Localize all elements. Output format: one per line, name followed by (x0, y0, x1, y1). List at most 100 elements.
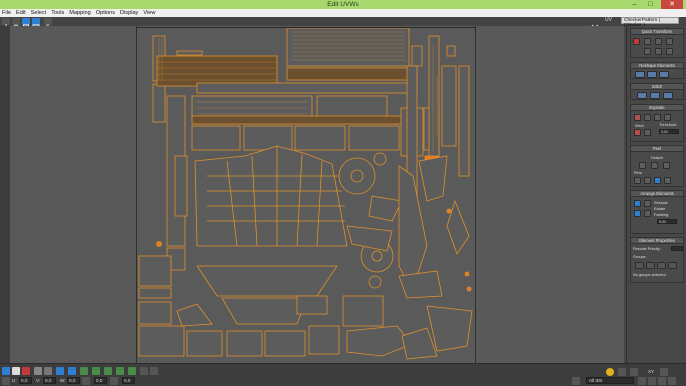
rescale-priority-spinner[interactable] (671, 246, 683, 251)
grow-ring-icon[interactable] (92, 367, 100, 375)
reset-peel-icon[interactable] (663, 162, 670, 169)
straighten-icon[interactable] (635, 71, 645, 78)
spinner-field-2[interactable]: 0,0 (122, 377, 135, 384)
snap-icon[interactable] (606, 368, 614, 376)
relax-until-flat-icon[interactable] (659, 71, 669, 78)
paint-select-icon[interactable] (140, 367, 148, 375)
grow-icon[interactable] (44, 367, 52, 375)
move-icon[interactable] (2, 18, 10, 31)
uv-dropdown[interactable]: UV (605, 17, 619, 24)
v-value-field[interactable]: 0,0 (43, 377, 56, 384)
group-select-icon[interactable] (657, 262, 666, 269)
show-map-icon[interactable] (591, 18, 599, 31)
zoom-icon[interactable] (638, 377, 646, 385)
planar-angle-icon[interactable] (150, 367, 158, 375)
spinner-field-1[interactable]: 0,0 (94, 377, 107, 384)
stitch-average-icon[interactable] (650, 92, 660, 99)
rotate-icon[interactable] (12, 18, 20, 31)
ring-icon[interactable] (80, 367, 88, 375)
freeform-icon[interactable] (32, 18, 40, 31)
texture-selector[interactable]: CheckerPattern ( Checker ) (621, 17, 679, 28)
u-value-field[interactable]: 0,0 (19, 377, 32, 384)
pin-selected-icon[interactable] (634, 177, 641, 184)
menu-edit[interactable]: Edit (16, 9, 26, 17)
absolute-mode-icon[interactable] (2, 377, 10, 385)
filter-icon[interactable] (618, 368, 626, 376)
pack-together-icon[interactable] (644, 200, 651, 207)
explode-to-map-icon[interactable] (664, 114, 671, 121)
uv-space-region[interactable] (136, 26, 476, 363)
element-properties-title[interactable]: Element Properties (631, 238, 683, 244)
flatten-icon[interactable] (644, 114, 651, 121)
group-add-icon[interactable] (635, 262, 644, 269)
align-vertical-icon[interactable] (644, 38, 651, 45)
align-icon[interactable] (633, 38, 640, 45)
auto-pin-icon[interactable] (654, 177, 661, 184)
element-mode-icon[interactable] (34, 367, 42, 375)
smooth-flatten-icon[interactable] (654, 114, 661, 121)
quick-peel-icon[interactable] (639, 162, 646, 169)
uv-viewport[interactable] (10, 26, 624, 363)
w-value-field[interactable]: 0,0 (67, 377, 80, 384)
show-grid-icon[interactable] (110, 377, 118, 385)
space-horizontal-icon[interactable] (666, 48, 673, 55)
pack-custom-icon[interactable] (634, 200, 641, 207)
reshape-title[interactable]: Reshape Elements (631, 63, 683, 69)
pack-normalize-icon[interactable] (634, 210, 641, 217)
menu-view[interactable]: View (143, 9, 155, 17)
rescale-checkbox[interactable]: Rescale (654, 201, 668, 205)
shrink-icon[interactable] (56, 367, 64, 375)
arrange-title[interactable]: Arrange Elements (631, 191, 683, 197)
menu-options[interactable]: Options (96, 9, 115, 17)
freeze-icon[interactable] (630, 368, 638, 376)
loop-icon[interactable] (68, 367, 76, 375)
explode-title[interactable]: Explode (631, 105, 683, 111)
threshold-spinner[interactable]: 0,01 (659, 129, 679, 134)
pack-rescale-icon[interactable] (644, 210, 651, 217)
select-pins-icon[interactable] (664, 177, 671, 184)
pelt-map-icon[interactable] (651, 162, 658, 169)
break-icon[interactable] (634, 114, 641, 121)
edge-mode-icon[interactable] (12, 367, 20, 375)
unpin-icon[interactable] (644, 177, 651, 184)
select-by-element-icon[interactable] (116, 367, 124, 375)
minimize-button[interactable]: – (628, 0, 641, 9)
ids-dropdown[interactable]: All IDs (586, 377, 634, 384)
shrink-ring-icon[interactable] (104, 367, 112, 375)
menu-file[interactable]: File (2, 9, 11, 17)
menu-mapping[interactable]: Mapping (69, 9, 90, 17)
rotate-90-icon[interactable] (644, 48, 651, 55)
align-horizontal-icon[interactable] (655, 38, 662, 45)
pan-icon[interactable] (572, 377, 580, 385)
stitch-source-icon[interactable] (637, 92, 647, 99)
stitch-target-icon[interactable] (663, 92, 673, 99)
zoom-extents-icon[interactable] (658, 377, 666, 385)
stitch-title[interactable]: Stitch (631, 84, 683, 90)
weld-all-icon[interactable] (644, 129, 651, 136)
quick-transform-title[interactable]: Quick Transform (631, 29, 683, 35)
lock-icon[interactable] (82, 377, 90, 385)
select-overlap-icon[interactable] (128, 367, 136, 375)
weld-selected-icon[interactable] (634, 129, 641, 136)
menu-tools[interactable]: Tools (51, 9, 64, 17)
group-clear-icon[interactable] (668, 262, 677, 269)
menu-select[interactable]: Select (31, 9, 47, 17)
mirror-axis-icon[interactable] (660, 368, 668, 376)
close-button[interactable]: ✕ (661, 0, 683, 9)
zoom-region-icon[interactable] (648, 377, 656, 385)
zoom-selected-icon[interactable] (668, 377, 676, 385)
xy-toggle[interactable]: XY (648, 368, 654, 375)
peel-title[interactable]: Peel (631, 146, 683, 152)
rotate-checkbox[interactable]: Rotate (654, 207, 665, 211)
relax-icon[interactable] (647, 71, 657, 78)
mirror-icon[interactable] (44, 18, 52, 31)
vertex-mode-icon[interactable] (2, 367, 10, 375)
scale-icon[interactable] (22, 18, 30, 31)
polygon-mode-icon[interactable] (22, 367, 30, 375)
space-vertical-icon[interactable] (655, 48, 662, 55)
uv-islands[interactable] (137, 26, 477, 363)
group-remove-icon[interactable] (646, 262, 655, 269)
padding-spinner[interactable]: 0,02 (657, 219, 677, 224)
linear-align-icon[interactable] (666, 38, 673, 45)
maximize-button[interactable]: □ (644, 0, 657, 9)
